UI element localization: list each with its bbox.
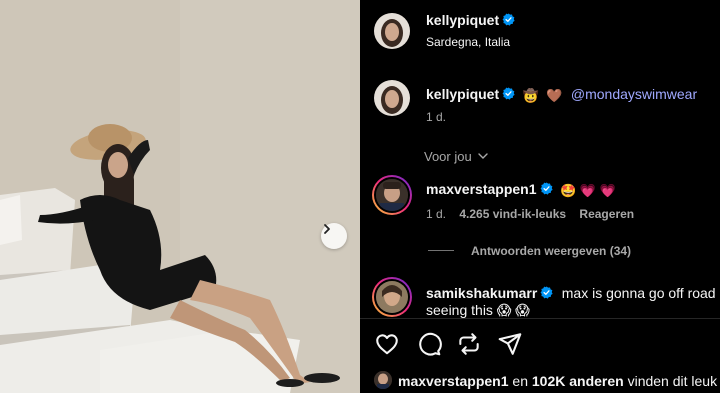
author-avatar[interactable] <box>374 13 410 49</box>
comment-icon[interactable] <box>416 331 442 357</box>
post-location[interactable]: Sardegna, Italia <box>426 35 510 49</box>
caption-row: kellypiquet 🤠 🤎 @mondayswimwear <box>426 86 697 104</box>
comment-author-1[interactable]: maxverstappen1 <box>426 181 537 197</box>
replies-divider <box>428 250 454 251</box>
comment-reply-button-1[interactable]: Reageren <box>579 207 634 221</box>
caption-emoji-cowboy: 🤠 <box>522 88 539 103</box>
comment-likes-1[interactable]: 4.265 vind-ik-leuks <box>459 207 566 221</box>
repost-icon[interactable] <box>456 331 482 357</box>
likes-summary-conj: en <box>508 373 532 389</box>
chevron-right-icon <box>324 224 330 234</box>
likes-summary: maxverstappen1 en 102K anderen vinden di… <box>398 373 717 389</box>
heart-icon[interactable] <box>374 331 400 357</box>
likes-summary-suffix: vinden dit leuk <box>623 373 718 389</box>
comment-row-2: samikshakumarr max is gonna go off road <box>426 284 716 303</box>
verified-badge-icon <box>502 13 515 26</box>
comment-author-2[interactable]: samikshakumarr <box>426 285 537 301</box>
caption-author-name[interactable]: kellypiquet <box>426 86 499 102</box>
view-replies-button[interactable]: Antwoorden weergeven (34) <box>471 244 631 258</box>
likes-summary-user[interactable]: maxverstappen1 <box>398 373 509 389</box>
caption-mention-link[interactable]: @mondayswimwear <box>571 86 697 102</box>
comment-text-2-line1: max is gonna go off road <box>561 285 716 301</box>
verified-badge-icon <box>540 182 553 195</box>
comment-meta-1: 1 d. 4.265 vind-ik-leuks Reageren <box>426 207 634 221</box>
comment-avatar-samikshakumarr[interactable] <box>372 277 412 317</box>
caption-age: 1 d. <box>426 110 447 124</box>
caption-emoji-heart: 🤎 <box>546 88 563 103</box>
likes-summary-count[interactable]: 102K anderen <box>532 373 624 389</box>
photo-illustration <box>0 0 360 393</box>
verified-badge-icon <box>502 87 515 100</box>
comment-sort-label: Voor jou <box>424 149 472 164</box>
post-actions-bar: maxverstappen1 en 102K anderen vinden di… <box>360 318 720 393</box>
likes-summary-avatar[interactable] <box>374 371 392 389</box>
post-photo <box>0 0 360 393</box>
post-sidebar: kellypiquet Sardegna, Italia kellypiquet… <box>360 0 720 393</box>
comment-sort-dropdown[interactable]: Voor jou <box>424 149 489 164</box>
verified-badge-icon <box>540 286 553 299</box>
next-photo-button[interactable] <box>321 223 347 249</box>
post-author-row[interactable]: kellypiquet <box>426 12 515 28</box>
comment-text-1: 🤩 💗 💗 <box>559 183 616 198</box>
comment-avatar-maxverstappen1[interactable] <box>372 175 412 215</box>
post-author-name[interactable]: kellypiquet <box>426 12 499 28</box>
share-icon[interactable] <box>497 331 523 357</box>
comment-age-1: 1 d. <box>426 207 447 221</box>
caption-author-avatar[interactable] <box>374 80 410 116</box>
chevron-down-icon <box>478 153 489 159</box>
comment-row-1: maxverstappen1 🤩 💗 💗 <box>426 181 616 199</box>
comment-text-2-line2: seeing this 😱 😱 <box>426 302 530 318</box>
